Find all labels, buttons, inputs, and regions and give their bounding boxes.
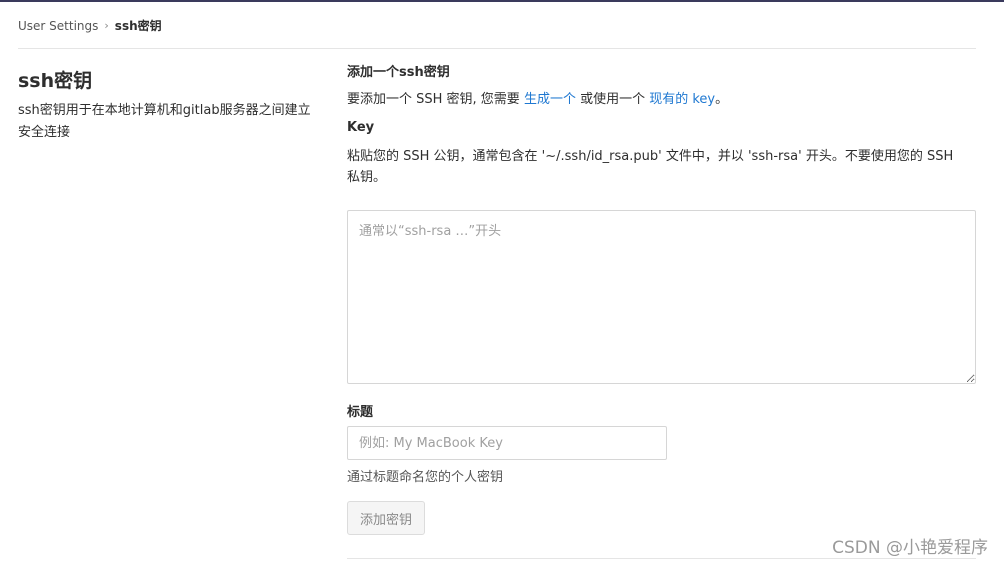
page-title: ssh密钥: [18, 70, 93, 92]
breadcrumb-parent-link[interactable]: User Settings: [18, 19, 98, 33]
existing-key-link[interactable]: 现有的 key: [649, 92, 715, 107]
add-ssh-key-form: 添加一个ssh密钥 要添加一个 SSH 密钥, 您需要 生成一个 或使用一个 现…: [347, 64, 976, 535]
intro-middle: 或使用一个: [575, 92, 650, 107]
intro-text: 要添加一个 SSH 密钥, 您需要 生成一个 或使用一个 现有的 key。: [347, 91, 976, 109]
intro-prefix: 要添加一个 SSH 密钥, 您需要: [347, 92, 524, 107]
add-key-button[interactable]: 添加密钥: [347, 501, 425, 535]
key-textarea[interactable]: [347, 210, 976, 384]
breadcrumb-current: ssh密钥: [114, 19, 162, 33]
chevron-right-icon: ›: [104, 19, 109, 32]
top-border: [0, 0, 1004, 2]
page-description: ssh密钥用于在本地计算机和gitlab服务器之间建立安全连接: [18, 103, 311, 140]
title-help-text: 通过标题命名您的个人密钥: [347, 470, 504, 485]
breadcrumb: User Settings › ssh密钥: [18, 17, 162, 34]
title-input[interactable]: [347, 426, 667, 460]
intro-suffix: 。: [715, 92, 729, 107]
key-help-text: 粘贴您的 SSH 公钥，通常包含在 '~/.ssh/id_rsa.pub' 文件…: [347, 149, 954, 185]
watermark: CSDN @小艳爱程序: [832, 538, 988, 558]
generate-key-link[interactable]: 生成一个: [524, 92, 576, 107]
title-label: 标题: [347, 405, 374, 420]
key-label: Key: [347, 120, 375, 135]
divider: [18, 48, 976, 49]
section-title: 添加一个ssh密钥: [347, 65, 450, 80]
divider: [347, 558, 976, 559]
